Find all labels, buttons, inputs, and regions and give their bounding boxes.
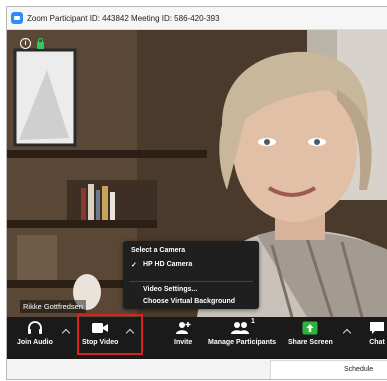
join-audio-button[interactable]: Join Audio (17, 321, 53, 346)
title-bar: Zoom Participant ID: 443842 Meeting ID: … (7, 7, 387, 30)
audio-options-chevron-icon[interactable] (62, 327, 70, 335)
menu-divider (129, 281, 253, 282)
add-person-icon (176, 322, 191, 334)
camera-menu: Select a Camera ✓ HP HD Camera Video Set… (123, 241, 259, 309)
virtual-background-item[interactable]: Choose Virtual Background (143, 298, 235, 305)
video-settings-item[interactable]: Video Settings... (143, 286, 197, 293)
chat-label: Chat (369, 339, 385, 346)
lock-icon[interactable] (37, 37, 44, 49)
share-options-chevron-icon[interactable] (343, 327, 351, 335)
zoom-logo-icon (11, 12, 23, 24)
schedule-label[interactable]: Schedule (344, 366, 373, 373)
participant-name-tag: Rikke Gottfredsen (20, 300, 87, 313)
share-screen-label: Share Screen (288, 339, 333, 346)
invite-label: Invite (174, 339, 193, 346)
manage-participants-label: Manage Participants (208, 339, 277, 346)
zoom-window: Zoom Participant ID: 443842 Meeting ID: … (6, 6, 387, 380)
headphones-icon (27, 321, 42, 334)
join-audio-label: Join Audio (17, 339, 53, 346)
meeting-status-icons: i (20, 37, 44, 49)
chat-bubble-icon (370, 322, 384, 334)
menu-header: Select a Camera (131, 247, 186, 254)
camera-option-hp-hd[interactable]: HP HD Camera (143, 261, 192, 268)
invite-button[interactable]: Invite (174, 321, 192, 346)
window-title: Zoom Participant ID: 443842 Meeting ID: … (27, 13, 220, 23)
info-icon[interactable]: i (20, 38, 31, 49)
participant-count-badge: 1 (251, 318, 255, 325)
side-panel: Schedule (270, 360, 387, 379)
checkmark-icon: ✓ (131, 262, 137, 269)
share-screen-button[interactable]: Share Screen (288, 321, 333, 346)
share-screen-icon (302, 321, 318, 335)
meeting-toolbar: Join Audio Stop Video Invite 1 Manage Pa… (7, 317, 387, 359)
stop-video-highlight-box (77, 314, 143, 355)
manage-participants-button[interactable]: 1 Manage Participants (208, 318, 277, 346)
chat-button[interactable]: Chat (369, 321, 385, 346)
participants-icon (231, 322, 250, 334)
